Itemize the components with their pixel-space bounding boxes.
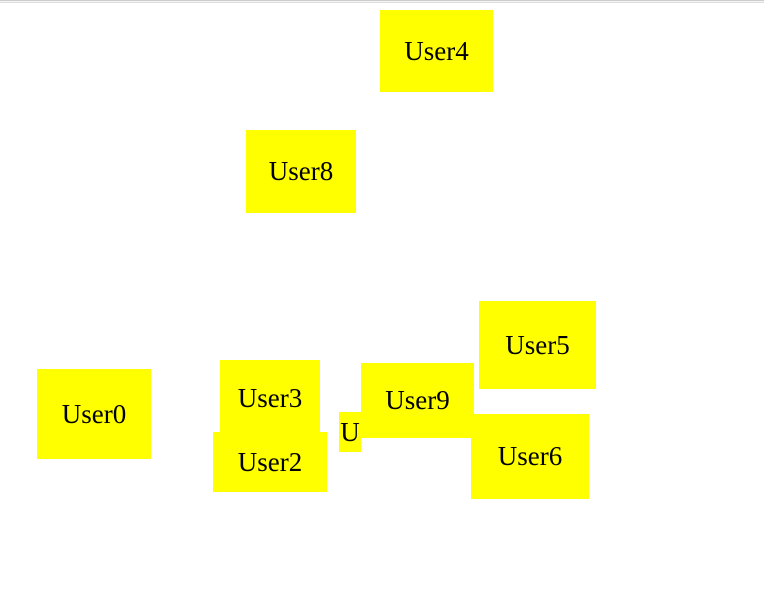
user-node-user3[interactable]: User3 <box>220 360 320 436</box>
user-node-user5[interactable]: User5 <box>479 301 596 389</box>
user-node-user2[interactable]: User2 <box>213 432 327 492</box>
user-node-user4[interactable]: User4 <box>380 10 493 92</box>
user-node-user6[interactable]: User6 <box>471 414 589 499</box>
user-node-user9_partial[interactable]: U <box>339 412 361 452</box>
user-node-user8[interactable]: User8 <box>246 130 356 213</box>
user-node-user0[interactable]: User0 <box>37 369 151 459</box>
diagram-canvas: User4 User8 User5 U User3 User9 User0 User2 User… <box>0 3 764 592</box>
user-node-user9[interactable]: User9 <box>361 363 474 438</box>
